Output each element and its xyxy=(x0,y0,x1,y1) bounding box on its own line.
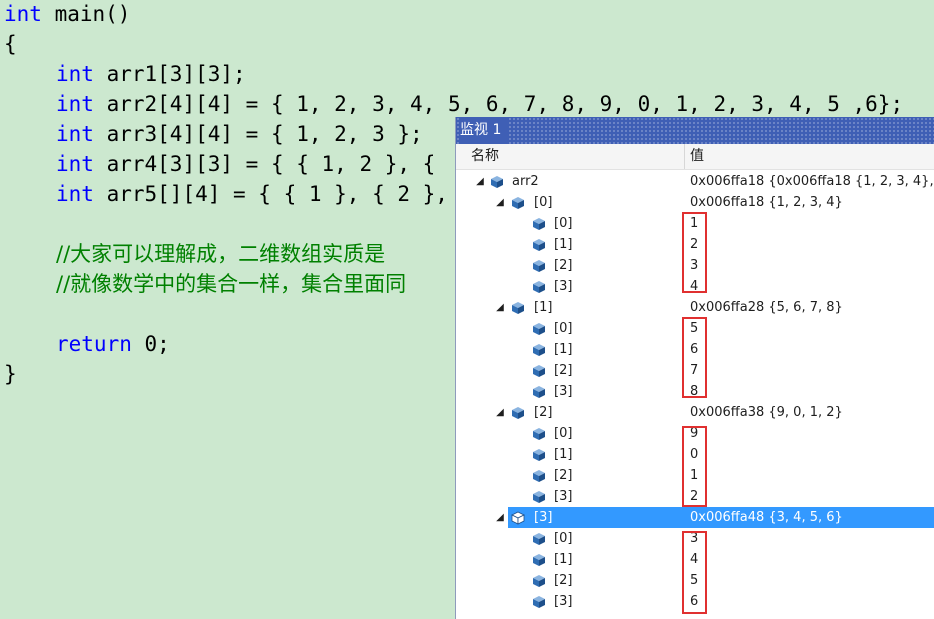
collapse-arrow-icon[interactable]: ◢ xyxy=(474,171,486,192)
code-line-close-brace: } xyxy=(4,360,17,388)
variable-icon xyxy=(532,238,546,252)
highlight-box xyxy=(682,426,707,507)
watch-item-value: 0x006ffa18 {1, 2, 3, 4} xyxy=(690,195,843,210)
variable-icon xyxy=(511,406,525,420)
watch-item-name: [0] xyxy=(554,216,573,231)
keyword: int xyxy=(56,152,94,176)
collapse-arrow-icon[interactable]: ◢ xyxy=(494,192,506,213)
collapse-arrow-icon[interactable]: ◢ xyxy=(494,402,506,423)
highlight-box xyxy=(682,212,707,293)
code-text: arr1[3][3]; xyxy=(93,62,246,86)
watch-item-name: [3] xyxy=(554,279,573,294)
variable-icon xyxy=(532,469,546,483)
watch-row-array[interactable]: ◢ [0] 0x006ffa18 {1, 2, 3, 4} xyxy=(456,192,934,213)
variable-icon xyxy=(532,427,546,441)
code-text: arr2[4][4] = { 1, 2, 3, 4, 5, 6, 7, 8, 9… xyxy=(93,92,904,116)
watch-item-name: [1] xyxy=(554,342,573,357)
code-line-comment-1: //大家可以理解成，二维数组实质是 xyxy=(56,240,385,268)
code-text: arr4[3][3] = { { 1, 2 }, { xyxy=(93,152,436,176)
watch-item-value: 0x006ffa18 {0x006ffa18 {1, 2, 3, 4}, 0x0 xyxy=(690,174,934,189)
code-text: 0; xyxy=(131,332,170,356)
keyword: int xyxy=(56,122,94,146)
variable-icon xyxy=(532,343,546,357)
watch-item-name: [3] xyxy=(534,510,553,525)
code-line-arr5: int arr5[][4] = { { 1 }, { 2 }, xyxy=(56,180,448,208)
code-text: main() xyxy=(41,2,131,26)
watch-item-name: arr2 xyxy=(512,174,539,189)
column-divider[interactable] xyxy=(684,144,685,169)
variable-icon xyxy=(532,490,546,504)
watch-item-name: [2] xyxy=(554,573,573,588)
variable-icon xyxy=(532,364,546,378)
watch-column-header: 名称 值 xyxy=(456,144,934,170)
highlight-box xyxy=(682,531,707,614)
variable-icon xyxy=(532,553,546,567)
watch-item-name: [0] xyxy=(554,531,573,546)
code-line-arr1: int arr1[3][3]; xyxy=(56,60,246,88)
variable-icon xyxy=(532,595,546,609)
variable-icon xyxy=(532,532,546,546)
watch-item-name: [1] xyxy=(554,552,573,567)
variable-icon xyxy=(532,217,546,231)
variable-icon xyxy=(532,574,546,588)
variable-icon xyxy=(511,301,525,315)
keyword: return xyxy=(56,332,132,356)
keyword: int xyxy=(56,92,94,116)
keyword: int xyxy=(4,2,42,26)
code-text: arr3[4][4] = { 1, 2, 3 }; xyxy=(93,122,423,146)
highlight-box xyxy=(682,317,707,398)
keyword: int xyxy=(56,182,94,206)
code-line-arr4: int arr4[3][3] = { { 1, 2 }, { xyxy=(56,150,435,178)
watch-item-name: [2] xyxy=(554,363,573,378)
watch-row-array[interactable]: ◢ [3] 0x006ffa48 {3, 4, 5, 6} xyxy=(456,507,934,528)
variable-icon xyxy=(532,259,546,273)
watch-item-name: [2] xyxy=(554,258,573,273)
collapse-arrow-icon[interactable]: ◢ xyxy=(494,507,506,528)
variable-icon xyxy=(511,511,525,525)
watch-row-array[interactable]: ◢ [2] 0x006ffa38 {9, 0, 1, 2} xyxy=(456,402,934,423)
screen: int main() { int arr1[3][3]; int arr2[4]… xyxy=(0,0,934,619)
watch-title-bar[interactable]: 监视 1 xyxy=(456,117,934,144)
variable-icon xyxy=(532,448,546,462)
watch-title: 监视 1 xyxy=(460,117,508,144)
code-comment: //就像数学中的集合一样，集合里面同 xyxy=(56,272,407,296)
code-line-open-brace: { xyxy=(4,30,17,58)
variable-icon xyxy=(490,175,504,189)
column-header-value[interactable]: 值 xyxy=(690,144,704,169)
watch-window: 监视 1 名称 值 ◢ arr2 0x006ffa18 {0x006ffa18 {1… xyxy=(455,117,934,619)
code-line-arr2: int arr2[4][4] = { 1, 2, 3, 4, 5, 6, 7, … xyxy=(56,90,903,118)
code-text: arr5[][4] = { { 1 }, { 2 }, xyxy=(93,182,448,206)
code-comment: //大家可以理解成，二维数组实质是 xyxy=(56,242,386,266)
watch-item-name: [1] xyxy=(554,237,573,252)
keyword: int xyxy=(56,62,94,86)
watch-row-array[interactable]: ◢ arr2 0x006ffa18 {0x006ffa18 {1, 2, 3, 4}… xyxy=(456,171,934,192)
watch-item-name: [0] xyxy=(554,321,573,336)
watch-item-name: [3] xyxy=(554,594,573,609)
code-line-return: return 0; xyxy=(56,330,170,358)
collapse-arrow-icon[interactable]: ◢ xyxy=(494,297,506,318)
watch-item-value: 0x006ffa48 {3, 4, 5, 6} xyxy=(690,510,843,525)
watch-item-value: 0x006ffa38 {9, 0, 1, 2} xyxy=(690,405,843,420)
watch-item-name: [0] xyxy=(554,426,573,441)
variable-icon xyxy=(532,280,546,294)
variable-icon xyxy=(511,196,525,210)
watch-item-name: [3] xyxy=(554,384,573,399)
code-text: } xyxy=(4,362,17,386)
code-line-comment-2: //就像数学中的集合一样，集合里面同 xyxy=(56,270,406,298)
watch-item-value: 0x006ffa28 {5, 6, 7, 8} xyxy=(690,300,843,315)
code-text: { xyxy=(4,32,17,56)
watch-item-name: [2] xyxy=(534,405,553,420)
watch-item-name: [2] xyxy=(554,468,573,483)
code-line-main: int main() xyxy=(4,0,130,28)
code-line-arr3: int arr3[4][4] = { 1, 2, 3 }; xyxy=(56,120,423,148)
watch-item-name: [0] xyxy=(534,195,553,210)
variable-icon xyxy=(532,322,546,336)
variable-icon xyxy=(532,385,546,399)
watch-row-array[interactable]: ◢ [1] 0x006ffa28 {5, 6, 7, 8} xyxy=(456,297,934,318)
watch-item-name: [1] xyxy=(554,447,573,462)
column-header-name[interactable]: 名称 xyxy=(471,144,499,169)
watch-item-name: [3] xyxy=(554,489,573,504)
watch-item-name: [1] xyxy=(534,300,553,315)
